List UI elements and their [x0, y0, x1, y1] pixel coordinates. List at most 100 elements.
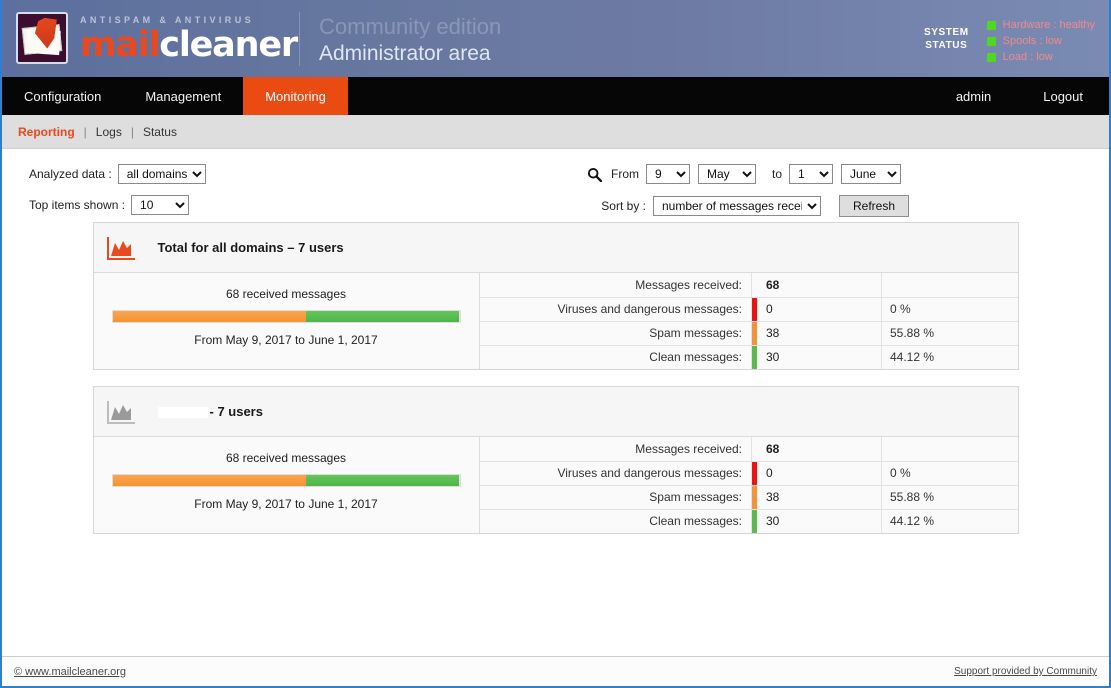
refresh-button[interactable]: Refresh: [838, 195, 910, 217]
main-nav-left: Configuration Management Monitoring: [2, 77, 348, 115]
messages-ratio-bar: [111, 474, 461, 487]
stat-value-spam-text: 38: [766, 490, 780, 504]
status-led-icon: [986, 37, 996, 46]
from-day-select[interactable]: 9: [646, 164, 690, 184]
footer-support-link[interactable]: Support provided by Community: [954, 666, 1097, 677]
color-swatch-clean-icon: [752, 509, 757, 533]
system-status-label: SYSTEM STATUS: [924, 18, 969, 52]
current-user-label[interactable]: admin: [930, 77, 1017, 115]
report-panel-title: Total for all domains – 7 users: [157, 240, 344, 255]
edition-label: Community edition: [319, 14, 502, 39]
color-swatch-spam-icon: [752, 485, 757, 509]
mailcleaner-logo-icon: [16, 12, 68, 64]
stat-value-viruses-text: 0: [766, 466, 773, 480]
report-panel-body: 68 received messages From May 9, 2017 to…: [93, 273, 1018, 369]
stat-value-spam: 38: [751, 485, 882, 509]
table-row: Clean messages: 30 44.12 %: [479, 509, 1018, 533]
stats-table: Messages received: 68 Viruses and danger…: [479, 437, 1018, 533]
stat-percent-spam: 55.88 %: [881, 321, 1018, 345]
messages-ratio-bar: [111, 310, 461, 323]
to-month-select[interactable]: June: [841, 164, 902, 184]
status-led-icon: [986, 53, 996, 62]
app-banner: ANTISPAM & ANTIVIRUS mailcleaner Communi…: [2, 0, 1109, 77]
stat-label-viruses: Viruses and dangerous messages:: [479, 297, 752, 321]
area-title: Administrator area: [319, 42, 491, 65]
brand-name-mail: mail: [80, 25, 161, 65]
status-led-icon: [986, 21, 996, 30]
top-items-row: Top items shown : 10: [29, 195, 206, 215]
report-panel-header: Total for all domains – 7 users: [93, 223, 1018, 273]
stat-label-clean: Clean messages:: [479, 509, 752, 533]
top-items-label: Top items shown :: [29, 198, 126, 212]
nav-tab-management[interactable]: Management: [123, 77, 243, 115]
stat-label-clean: Clean messages:: [479, 345, 752, 369]
status-item-spools-text: Spools : low: [1002, 35, 1062, 47]
system-status-label-line2: STATUS: [925, 40, 968, 51]
stat-percent-clean: 44.12 %: [881, 345, 1018, 369]
status-item-hardware-text: Hardware : healthy: [1002, 19, 1095, 31]
table-row: Clean messages: 30 44.12 %: [479, 345, 1018, 369]
stat-percent-viruses: 0 %: [881, 297, 1018, 321]
table-row: Viruses and dangerous messages: 0 0 %: [479, 461, 1018, 485]
bar-segment-spam: [112, 475, 307, 486]
footer-copyright-link[interactable]: © www.mailcleaner.org: [14, 666, 126, 678]
stat-value-viruses-text: 0: [766, 302, 773, 316]
report-chart-area: 68 received messages From May 9, 2017 to…: [93, 273, 480, 369]
bar-segment-clean: [306, 311, 460, 322]
banner-divider: [299, 12, 300, 66]
report-panel-total: Total for all domains – 7 users 68 recei…: [92, 222, 1019, 370]
nav-tab-monitoring[interactable]: Monitoring: [243, 77, 348, 115]
subnav-item-status[interactable]: Status: [143, 125, 177, 139]
report-panel-domain: - 7 users 68 received messages From May …: [92, 386, 1019, 534]
bar-segment-spam: [112, 311, 307, 322]
banner-titles: Community edition Administrator area: [319, 13, 501, 67]
color-swatch-spam-icon: [752, 321, 757, 345]
stat-value-viruses: 0: [751, 461, 882, 485]
chart-headline: 68 received messages: [225, 287, 347, 301]
color-swatch-virus-icon: [752, 297, 757, 321]
logout-button[interactable]: Logout: [1017, 77, 1109, 115]
report-panel-title: - 7 users: [157, 404, 263, 419]
sub-navigation: Reporting | Logs | Status: [2, 115, 1109, 149]
area-chart-icon: [106, 399, 136, 425]
report-panel-header: - 7 users: [93, 387, 1018, 437]
stat-value-spam: 38: [751, 321, 882, 345]
redacted-domain-name: [157, 407, 208, 419]
sort-by-label: Sort by :: [601, 199, 646, 213]
filter-controls-left: Analyzed data : all domains… Top items s…: [29, 164, 206, 226]
search-icon: [587, 167, 602, 182]
stat-percent-spam: 55.88 %: [881, 485, 1018, 509]
color-swatch-virus-icon: [752, 461, 757, 485]
analyzed-data-label: Analyzed data :: [29, 167, 112, 181]
page-root: ANTISPAM & ANTIVIRUS mailcleaner Communi…: [0, 0, 1111, 688]
subnav-item-reporting[interactable]: Reporting: [18, 125, 75, 139]
status-item-hardware: Hardware : healthy: [986, 18, 1095, 33]
main-navigation: Configuration Management Monitoring admi…: [2, 77, 1109, 115]
stat-percent-viruses: 0 %: [881, 461, 1018, 485]
analyzed-data-select[interactable]: all domains…: [117, 164, 206, 184]
stats-table: Messages received: 68 Viruses and danger…: [479, 273, 1018, 369]
stat-value-spam-text: 38: [766, 326, 780, 340]
brand-name: mailcleaner: [80, 25, 298, 65]
color-swatch-clean-icon: [752, 345, 757, 369]
stat-label-spam: Spam messages:: [479, 485, 752, 509]
report-panel-title-text: - 7 users: [209, 404, 263, 419]
stat-value-clean: 30: [751, 345, 882, 369]
system-status-list: Hardware : healthy Spools : low Load : l…: [986, 18, 1095, 66]
stat-value-clean: 30: [751, 509, 882, 533]
top-items-select[interactable]: 10: [131, 195, 190, 215]
nav-tab-configuration[interactable]: Configuration: [2, 77, 123, 115]
status-item-spools: Spools : low: [986, 34, 1095, 49]
to-day-select[interactable]: 1: [789, 164, 834, 184]
stat-value-messages-received: 68: [751, 437, 882, 461]
date-range-row: From 9 May to 1 June: [587, 164, 909, 184]
sort-by-select[interactable]: number of messages received: [652, 196, 821, 216]
from-month-select[interactable]: May: [698, 164, 756, 184]
filter-controls: Analyzed data : all domains… Top items s…: [2, 149, 1109, 222]
subnav-separator: |: [83, 124, 87, 139]
subnav-item-logs[interactable]: Logs: [96, 125, 122, 139]
stat-value-clean-text: 30: [766, 514, 780, 529]
table-row: Messages received: 68: [479, 437, 1018, 461]
brand-tagline: ANTISPAM & ANTIVIRUS: [80, 15, 255, 25]
page-footer: © www.mailcleaner.org Support provided b…: [2, 656, 1109, 686]
